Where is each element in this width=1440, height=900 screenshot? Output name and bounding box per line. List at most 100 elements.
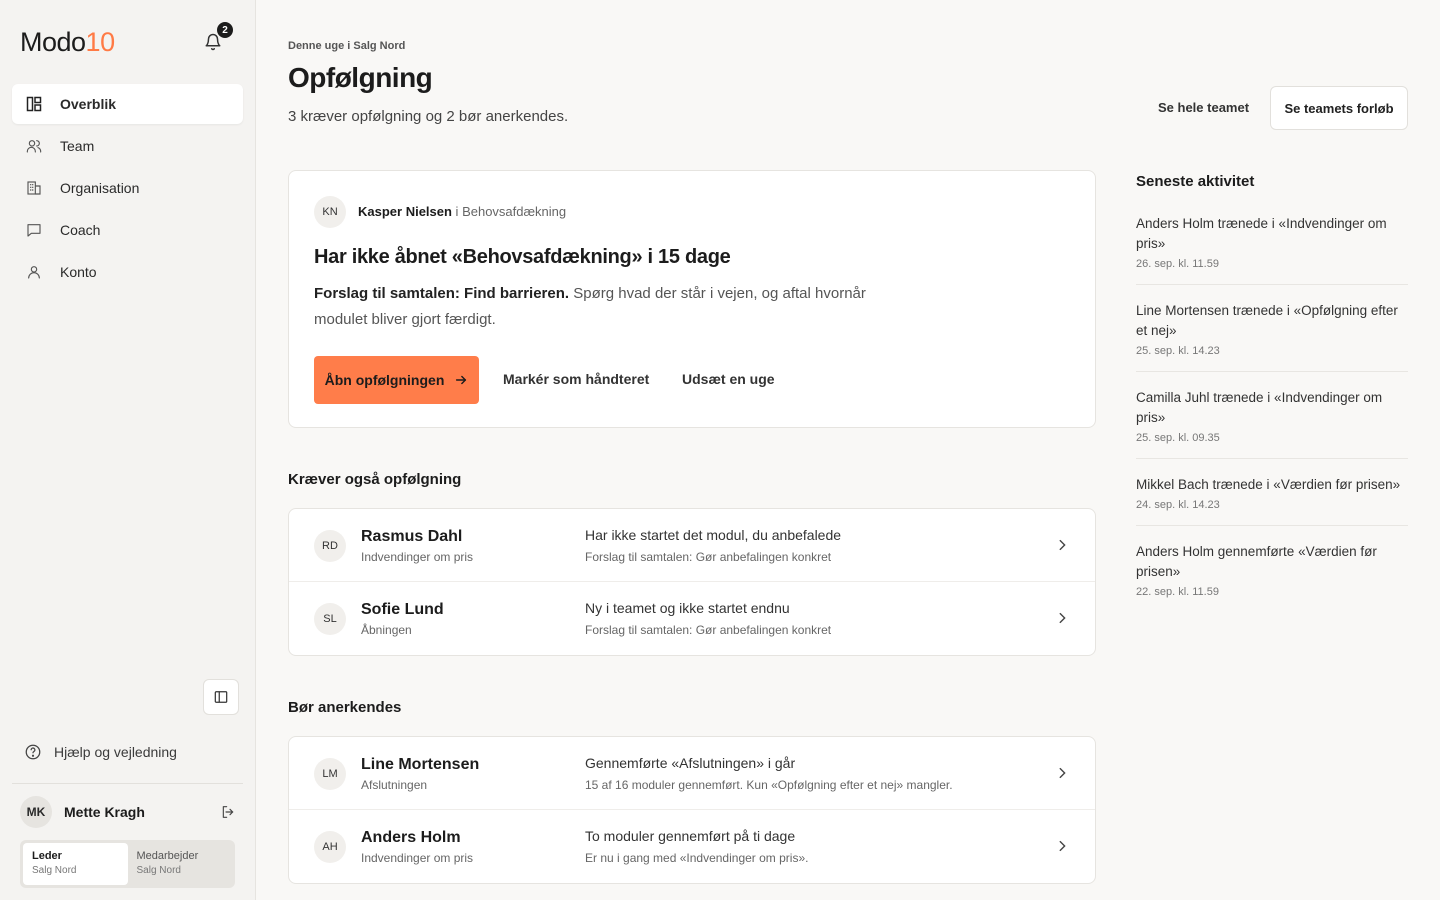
person-name: Rasmus Dahl <box>361 528 463 545</box>
activity-text: Anders Holm gennemførte «Værdien før pri… <box>1136 544 1377 579</box>
see-team-link[interactable]: Se hele teamet <box>1158 100 1249 115</box>
activity-item: Mikkel Bach trænede i «Værdien før prise… <box>1136 471 1408 526</box>
help-label: Hjælp og vejledning <box>54 744 177 760</box>
team-progress-button[interactable]: Se teamets forløb <box>1270 86 1408 130</box>
activity-item: Anders Holm gennemførte «Værdien før pri… <box>1136 538 1408 612</box>
recognize-list: LM Line Mortensen Afslutningen Gennemfør… <box>288 736 1096 884</box>
open-followup-button[interactable]: Åbn opfølgningen <box>314 356 479 404</box>
activity-time: 24. sep. kl. 14.23 <box>1136 499 1220 511</box>
sidebar: Modo10 2 Overblik Team Organisation Coac… <box>0 0 256 900</box>
list-item[interactable]: LM Line Mortensen Afslutningen Gennemfør… <box>289 737 1095 810</box>
avatar: RD <box>314 530 346 562</box>
list-item[interactable]: RD Rasmus Dahl Indvendinger om pris Har … <box>289 509 1095 582</box>
nav-item-team[interactable]: Team <box>12 126 243 166</box>
hint-text: Er nu i gang med «Indvendinger om pris». <box>585 851 809 865</box>
nav-label: Overblik <box>60 96 117 112</box>
reason-text: Har ikke startet det modul, du anbefaled… <box>585 527 842 543</box>
nav-label: Team <box>60 138 95 154</box>
nav-item-overblik[interactable]: Overblik <box>12 84 243 124</box>
recognize-section-title: Bør anerkendes <box>288 699 402 716</box>
nav-item-coach[interactable]: Coach <box>12 210 243 250</box>
page-subtitle: 3 kræver opfølgning og 2 bør anerkendes. <box>288 108 569 125</box>
activity-time: 25. sep. kl. 09.35 <box>1136 432 1220 444</box>
building-icon <box>26 180 42 196</box>
activity-feed: Anders Holm trænede i «Indvendinger om p… <box>1136 210 1408 624</box>
activity-text: Line Mortensen trænede i «Opfølgning eft… <box>1136 303 1398 338</box>
chevron-right-icon <box>1055 766 1069 780</box>
avatar: AH <box>314 831 346 863</box>
sidebar-divider <box>12 783 243 784</box>
role-subtitle: Salg Nord <box>32 865 77 876</box>
page-title: Opfølgning <box>288 62 433 93</box>
role-title: Medarbejder <box>136 850 199 862</box>
nav-item-konto[interactable]: Konto <box>12 252 243 292</box>
arrow-right-icon <box>454 373 468 387</box>
role-option-medarbejder[interactable]: Medarbejder Salg Nord <box>128 843 233 885</box>
eyebrow: Denne uge i Salg Nord <box>288 40 406 52</box>
activity-text: Anders Holm trænede i «Indvendinger om p… <box>1136 216 1387 251</box>
help-link[interactable]: Hjælp og vejledning <box>24 743 177 761</box>
person-name: Line Mortensen <box>361 756 480 773</box>
nav-label: Organisation <box>60 180 140 196</box>
postpone-button[interactable]: Udsæt en uge <box>682 371 775 387</box>
role-option-leder[interactable]: Leder Salg Nord <box>23 843 128 885</box>
chevron-right-icon <box>1055 538 1069 552</box>
module-name: Indvendinger om pris <box>361 851 474 865</box>
role-subtitle: Salg Nord <box>136 865 181 876</box>
module-name: Afslutningen <box>361 778 428 792</box>
suggestion-lead: Forslag til samtalen: Find barrieren. <box>314 285 570 302</box>
user-icon <box>26 264 42 280</box>
notification-badge: 2 <box>217 22 233 38</box>
module-name: Behovsafdækning <box>462 204 567 219</box>
activity-title: Seneste aktivitet <box>1136 173 1255 190</box>
activity-text: Mikkel Bach trænede i «Værdien før prise… <box>1136 477 1401 492</box>
activity-item: Camilla Juhl trænede i «Indvendinger om … <box>1136 384 1408 459</box>
avatar: LM <box>314 758 346 790</box>
logo-number: 10 <box>85 27 116 57</box>
avatar: SL <box>314 603 346 635</box>
logo[interactable]: Modo10 <box>20 27 115 58</box>
role-switcher: Leder Salg Nord Medarbejder Salg Nord <box>20 840 235 888</box>
activity-item: Line Mortensen trænede i «Opfølgning eft… <box>1136 297 1408 372</box>
button-label: Åbn opfølgningen <box>324 372 445 388</box>
mark-handled-button[interactable]: Markér som håndteret <box>503 371 649 387</box>
help-circle-icon <box>24 743 42 761</box>
reason-text: To moduler gennemført på ti dage <box>585 828 796 844</box>
nav-label: Konto <box>60 264 97 280</box>
chevron-right-icon <box>1055 611 1069 625</box>
followup-section-title: Kræver også opfølgning <box>288 471 462 488</box>
user-name: Mette Kragh <box>64 804 145 820</box>
person-name: Kasper Nielsen <box>358 204 452 219</box>
chat-icon <box>26 222 42 238</box>
reason-text: Gennemførte «Afslutningen» i går <box>585 755 796 771</box>
nav-item-organisation[interactable]: Organisation <box>12 168 243 208</box>
hint-text: Forslag til samtalen: Gør anbefalingen k… <box>585 623 832 637</box>
list-item[interactable]: AH Anders Holm Indvendinger om pris To m… <box>289 810 1095 883</box>
logout-icon[interactable] <box>220 804 236 820</box>
activity-time: 26. sep. kl. 11.59 <box>1136 258 1219 270</box>
hint-text: 15 af 16 moduler gennemført. Kun «Opfølg… <box>585 778 953 792</box>
logo-text: Modo <box>20 27 86 57</box>
list-item[interactable]: SL Sofie Lund Åbningen Ny i teamet og ik… <box>289 582 1095 655</box>
collapse-sidebar-button[interactable] <box>203 679 239 715</box>
chevron-right-icon <box>1055 839 1069 853</box>
activity-text: Camilla Juhl trænede i «Indvendinger om … <box>1136 390 1383 425</box>
user-profile: MK Mette Kragh <box>20 796 236 828</box>
role-title: Leder <box>32 850 62 862</box>
followup-list: RD Rasmus Dahl Indvendinger om pris Har … <box>288 508 1096 656</box>
avatar[interactable]: MK <box>20 796 52 828</box>
activity-time: 25. sep. kl. 14.23 <box>1136 345 1220 357</box>
users-icon <box>26 138 42 154</box>
hint-text: Forslag til samtalen: Gør anbefalingen k… <box>585 550 832 564</box>
module-name: Indvendinger om pris <box>361 550 474 564</box>
person-name: Anders Holm <box>361 829 461 846</box>
nav-label: Coach <box>60 222 101 238</box>
connector: i <box>451 204 463 219</box>
main-nav: Overblik Team Organisation Coach Konto <box>12 84 243 294</box>
reason-text: Ny i teamet og ikke startet endnu <box>585 600 790 616</box>
person-name: Sofie Lund <box>361 601 444 618</box>
activity-time: 22. sep. kl. 11.59 <box>1136 586 1219 598</box>
activity-item: Anders Holm trænede i «Indvendinger om p… <box>1136 210 1408 285</box>
focus-suggestion: Forslag til samtalen: Find barrieren. Sp… <box>314 281 904 333</box>
module-name: Åbningen <box>361 623 412 637</box>
